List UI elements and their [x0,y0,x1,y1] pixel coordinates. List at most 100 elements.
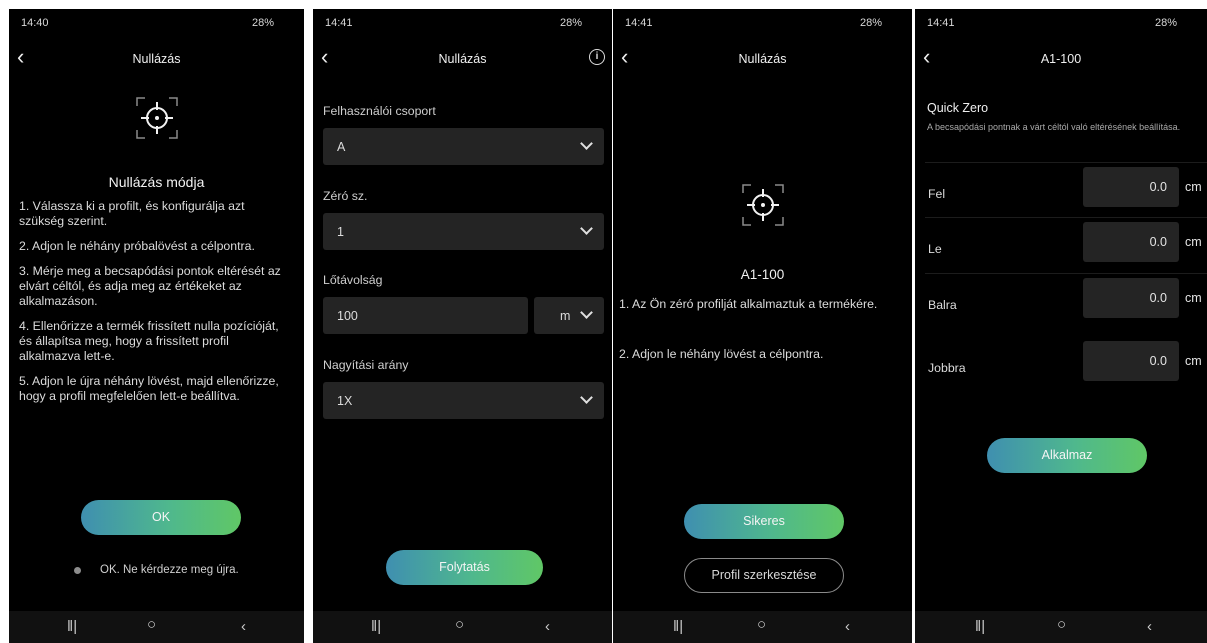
status-time: 14:41 [625,17,653,29]
offset-left-input[interactable]: 0.0 [1083,278,1179,318]
offset-unit: cm [1185,291,1202,305]
zero-number-label: Zéró sz. [323,189,368,203]
app-header: ‹ A1-100 [915,46,1207,71]
status-time: 14:41 [325,17,353,29]
offset-unit: cm [1185,354,1202,368]
zero-number-value: 1 [337,225,344,239]
magnification-value: 1X [337,394,353,408]
recent-apps-icon[interactable]: ‖| [371,618,381,635]
offset-value: 0.0 [1149,235,1167,249]
zeroing-mode-title: Nullázás módja [108,174,205,190]
instruction-step-5: 5. Adjon le újra néhány lövést, majd ell… [19,374,279,403]
system-navbar: ‖| ○ ‹ [915,611,1207,643]
screen-quick-zero: 14:41 28% ‹ A1-100 Quick Zero A becsapód… [915,9,1207,643]
page-title: Nullázás [132,52,181,66]
instruction-step-1: 1. Válassza ki a profilt, és konfigurálj… [19,199,245,228]
battery-level: 28% [859,17,882,29]
crosshair-icon [742,184,784,226]
applied-step-2: 2. Adjon le néhány lövést a célpontra. [619,347,824,361]
home-icon[interactable]: ○ [147,616,156,633]
offset-label: Balra [928,298,957,312]
page-title: Nullázás [438,52,487,66]
recent-apps-icon[interactable]: ‖| [67,618,77,635]
ok-button[interactable]: OK [81,500,241,535]
profile-name: A1-100 [740,267,785,282]
offset-label: Fel [928,187,946,201]
page-title: Nullázás [738,52,787,66]
home-icon[interactable]: ○ [757,616,766,633]
system-navbar: ‖| ○ ‹ [313,611,612,643]
nav-back-icon[interactable]: ‹ [241,618,246,635]
nav-back-icon[interactable]: ‹ [845,618,850,635]
instruction-step-4: 4. Ellenőrizze a termék frissített nulla… [19,319,279,363]
applied-step-1: 1. Az Ön zéró profilját alkalmaztuk a te… [619,297,878,311]
status-bar: 14:41 28% [613,9,912,35]
app-header: ‹ Nullázás [613,46,912,71]
chevron-down-icon [580,137,593,150]
magnification-select[interactable]: 1X [323,382,604,419]
battery-level: 28% [559,17,582,29]
offset-unit: cm [1185,180,1202,194]
distance-value: 100 [337,309,358,323]
home-icon[interactable]: ○ [455,616,464,633]
user-group-label: Felhasználói csoport [323,104,436,118]
crosshair-icon [136,97,178,139]
home-icon[interactable]: ○ [1057,616,1066,633]
status-time: 14:40 [21,17,49,29]
nav-back-icon[interactable]: ‹ [1147,618,1152,635]
page-title: A1-100 [1040,52,1082,66]
offset-row-right: Jobbra 0.0 cm [925,337,1207,392]
dont-ask-radio[interactable] [74,567,81,574]
status-bar: 14:41 28% [313,9,612,35]
distance-unit-value: m [560,309,571,323]
distance-input[interactable]: 100 [323,297,528,334]
success-button[interactable]: Sikeres [684,504,844,539]
status-bar: 14:41 28% [915,9,1207,35]
quick-zero-description: A becsapódási pontnak a várt céltól való… [927,122,1181,132]
offset-value: 0.0 [1149,291,1167,305]
system-navbar: ‖| ○ ‹ [613,611,912,643]
apply-button[interactable]: Alkalmaz [987,438,1147,473]
nav-back-icon[interactable]: ‹ [545,618,550,635]
distance-unit-select[interactable]: m [534,297,604,334]
offset-right-input[interactable]: 0.0 [1083,341,1179,381]
offset-label: Le [928,242,942,256]
offset-row-down: Le 0.0 cm [925,217,1207,273]
edit-profile-button[interactable]: Profil szerkesztése [684,558,844,593]
user-group-value: A [337,140,346,154]
zero-number-select[interactable]: 1 [323,213,604,250]
screen-zeroing-setup: 14:41 28% ‹ Nullázás i Felhasználói csop… [313,9,612,643]
battery-level: 28% [1154,17,1177,29]
system-navbar: ‖| ○ ‹ [9,611,304,643]
offset-value: 0.0 [1149,180,1167,194]
offset-value: 0.0 [1149,354,1167,368]
chevron-down-icon [580,391,593,404]
instruction-step-3: 3. Mérje meg a becsapódási pontok eltéré… [19,264,281,308]
instruction-step-2: 2. Adjon le néhány próbalövést a célpont… [19,239,255,253]
distance-label: Lőtávolság [323,273,383,287]
offset-up-input[interactable]: 0.0 [1083,167,1179,207]
chevron-down-icon [580,222,593,235]
info-icon[interactable]: i [589,49,605,65]
user-group-select[interactable]: A [323,128,604,165]
recent-apps-icon[interactable]: ‖| [975,618,985,635]
offset-row-up: Fel 0.0 cm [925,162,1207,218]
screen-zero-applied: 14:41 28% ‹ Nullázás A1-100 1. Az Ön zér… [613,9,912,643]
offset-label: Jobbra [928,361,966,375]
app-header: ‹ Nullázás i [313,46,612,71]
screen-zeroing-mode: 14:40 28% ‹ Nullázás Nullázás módja 1. V… [9,9,304,643]
continue-button[interactable]: Folytatás [386,550,543,585]
offset-unit: cm [1185,235,1202,249]
magnification-label: Nagyítási arány [323,358,409,372]
recent-apps-icon[interactable]: ‖| [673,618,683,635]
quick-zero-title: Quick Zero [927,101,989,115]
status-time: 14:41 [927,17,955,29]
status-bar: 14:40 28% [9,9,304,35]
offset-row-left: Balra 0.0 cm [925,273,1207,329]
app-header: ‹ Nullázás [9,46,304,71]
chevron-down-icon [580,306,593,319]
dont-ask-label[interactable]: OK. Ne kérdezze meg újra. [100,564,239,576]
battery-level: 28% [251,17,274,29]
instruction-list: 1. Válassza ki a profilt, és konfigurálj… [19,199,290,414]
offset-down-input[interactable]: 0.0 [1083,222,1179,262]
